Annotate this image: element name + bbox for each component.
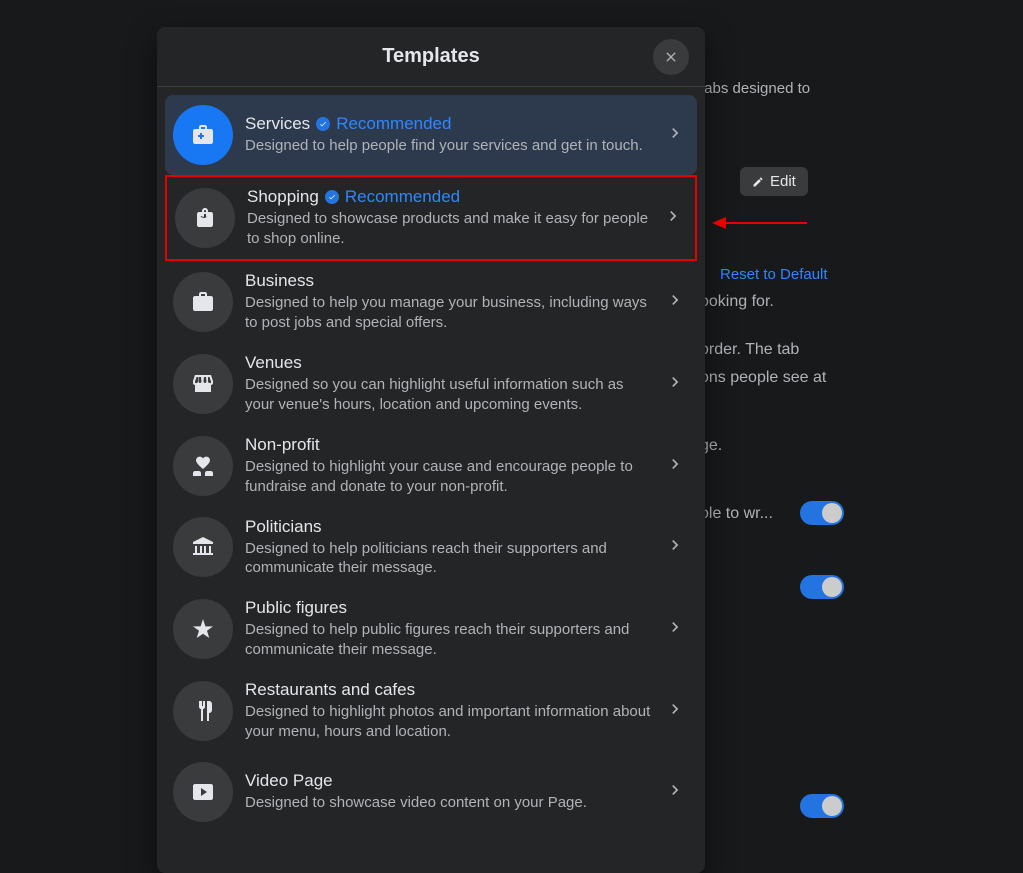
template-item-services[interactable]: Services RecommendedDesigned to help peop…	[165, 95, 697, 175]
toggle-knob	[822, 577, 842, 597]
template-description: Designed to help politicians reach their…	[245, 539, 653, 579]
annotation-arrow	[712, 213, 807, 238]
toggle-switch[interactable]	[800, 575, 844, 599]
template-name: Non-profit	[245, 435, 320, 455]
check-badge-icon	[316, 117, 330, 131]
template-name-row: Public figures	[245, 598, 653, 618]
briefcase-plus-icon	[173, 105, 233, 165]
edit-button-label: Edit	[770, 173, 796, 190]
modal-title: Templates	[382, 45, 479, 68]
template-name-row: Restaurants and cafes	[245, 680, 653, 700]
template-name: Services	[245, 114, 310, 134]
template-content: Public figuresDesigned to help public fi…	[233, 598, 665, 660]
template-name: Venues	[245, 353, 302, 373]
chevron-right-icon	[665, 290, 689, 314]
template-item-shopping[interactable]: Shopping RecommendedDesigned to showcase …	[165, 175, 697, 261]
toggle-switch[interactable]	[800, 794, 844, 818]
template-name: Politicians	[245, 517, 322, 537]
template-item-venues[interactable]: VenuesDesigned so you can highlight usef…	[165, 343, 697, 425]
toggle-knob	[822, 503, 842, 523]
background-settings-partial: tabs designed to Edit Reset to Default o…	[700, 80, 860, 800]
template-name-row: Venues	[245, 353, 653, 373]
template-description: Designed to help public figures reach th…	[245, 620, 653, 660]
bg-text-fragment: ons people see at	[700, 369, 860, 387]
close-button[interactable]	[653, 39, 689, 75]
template-name: Shopping	[247, 187, 319, 207]
chevron-right-icon	[665, 123, 689, 147]
template-name-row: Services Recommended	[245, 114, 653, 134]
recommended-label: Recommended	[345, 187, 460, 207]
chevron-right-icon	[665, 699, 689, 723]
template-description: Designed to showcase video content on yo…	[245, 793, 653, 813]
template-description: Designed to help people find your servic…	[245, 136, 653, 156]
template-content: Video PageDesigned to showcase video con…	[233, 771, 665, 813]
template-name-row: Politicians	[245, 517, 653, 537]
chevron-right-icon	[665, 780, 689, 804]
bg-text-fragment: order. The tab	[700, 341, 860, 359]
chevron-right-icon	[665, 617, 689, 641]
briefcase-icon	[173, 272, 233, 332]
template-description: Designed to help you manage your busines…	[245, 293, 653, 333]
template-content: BusinessDesigned to help you manage your…	[233, 271, 665, 333]
modal-header: Templates	[157, 27, 705, 87]
chevron-right-icon	[663, 206, 687, 230]
template-item-video-page[interactable]: Video PageDesigned to showcase video con…	[165, 752, 697, 832]
template-name-row: Video Page	[245, 771, 653, 791]
template-content: VenuesDesigned so you can highlight usef…	[233, 353, 665, 415]
template-item-public-figures[interactable]: Public figuresDesigned to help public fi…	[165, 588, 697, 670]
template-name: Restaurants and cafes	[245, 680, 415, 700]
template-description: Designed to highlight your cause and enc…	[245, 457, 653, 497]
template-name: Public figures	[245, 598, 347, 618]
template-description: Designed to showcase products and make i…	[247, 209, 651, 249]
template-content: Non-profitDesigned to highlight your cau…	[233, 435, 665, 497]
bg-text-fragment: ooking for.	[700, 293, 860, 311]
template-name: Business	[245, 271, 314, 291]
template-list: ServicesRecommendedDesigned to help peop…	[157, 87, 705, 873]
template-name-row: Non-profit	[245, 435, 653, 455]
chevron-right-icon	[665, 535, 689, 559]
templates-modal: Templates ServicesRecommendedDesigned to…	[157, 27, 705, 873]
template-description: Designed so you can highlight useful inf…	[245, 375, 653, 415]
government-icon	[173, 517, 233, 577]
template-item-non-profit[interactable]: Non-profitDesigned to highlight your cau…	[165, 425, 697, 507]
toggle-knob	[822, 796, 842, 816]
recommended-label: Recommended	[336, 114, 451, 134]
storefront-icon	[173, 354, 233, 414]
check-badge-icon	[325, 190, 339, 204]
chevron-right-icon	[665, 372, 689, 396]
template-item-restaurants-and-cafes[interactable]: Restaurants and cafesDesigned to highlig…	[165, 670, 697, 752]
utensils-icon	[173, 681, 233, 741]
bg-text-fragment: tabs designed to	[700, 80, 860, 97]
video-icon	[173, 762, 233, 822]
template-content: Services RecommendedDesigned to help peop…	[233, 114, 665, 156]
template-content: Shopping RecommendedDesigned to showcase …	[235, 187, 663, 249]
template-content: PoliticiansDesigned to help politicians …	[233, 517, 665, 579]
edit-button[interactable]: Edit	[740, 167, 808, 196]
template-name-row: Business	[245, 271, 653, 291]
pencil-icon	[752, 176, 764, 188]
bag-icon	[175, 188, 235, 248]
template-description: Designed to highlight photos and importa…	[245, 702, 653, 742]
bg-text-fragment: ge.	[700, 437, 860, 455]
close-icon	[663, 49, 679, 65]
template-name-row: Shopping Recommended	[247, 187, 651, 207]
template-item-politicians[interactable]: PoliticiansDesigned to help politicians …	[165, 507, 697, 589]
toggle-switch[interactable]	[800, 501, 844, 525]
template-item-business[interactable]: BusinessDesigned to help you manage your…	[165, 261, 697, 343]
template-name: Video Page	[245, 771, 333, 791]
heart-hands-icon	[173, 436, 233, 496]
chevron-right-icon	[665, 454, 689, 478]
template-content: Restaurants and cafesDesigned to highlig…	[233, 680, 665, 742]
reset-to-default-link[interactable]: Reset to Default	[720, 266, 860, 283]
star-icon	[173, 599, 233, 659]
